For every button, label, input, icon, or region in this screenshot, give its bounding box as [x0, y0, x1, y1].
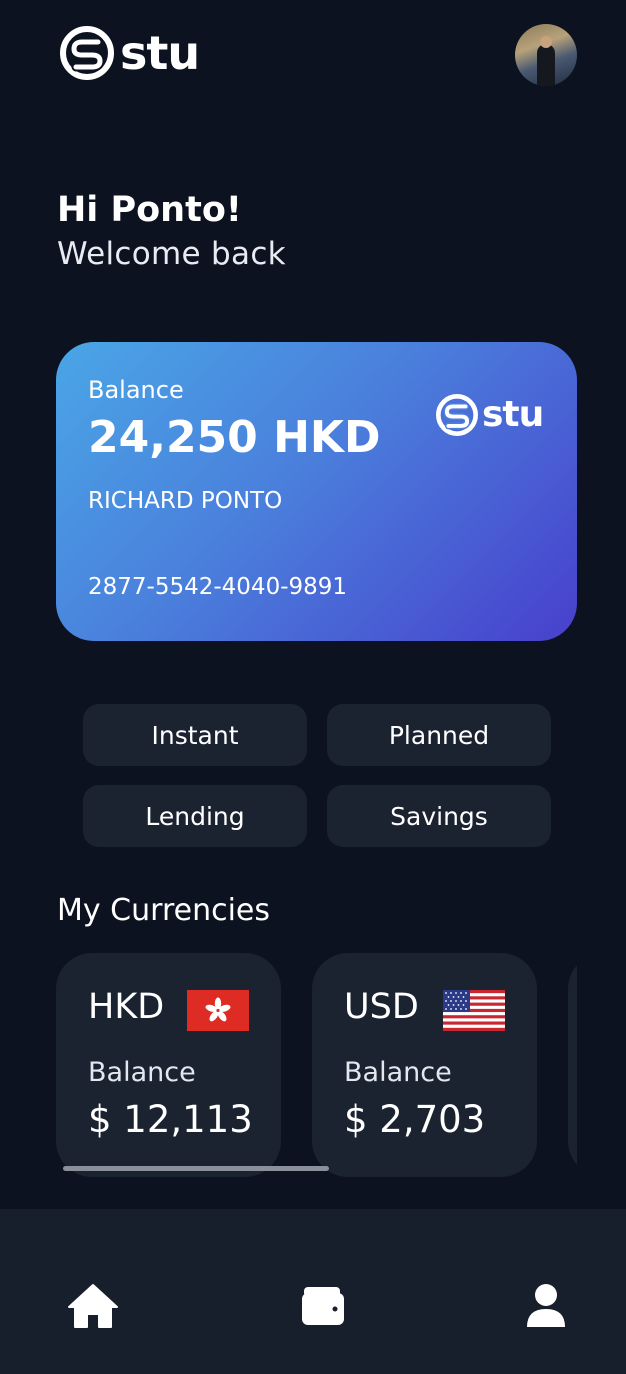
- currency-balance-value: $ 2,703: [344, 1098, 486, 1141]
- currency-card-partial[interactable]: [568, 953, 577, 1177]
- currency-code: HKD: [88, 987, 165, 1027]
- currency-balance-label: Balance: [88, 1057, 196, 1088]
- logo-text: stu: [120, 26, 200, 80]
- card-balance-label: Balance: [88, 376, 184, 404]
- nav-profile[interactable]: [519, 1281, 573, 1331]
- nav-wallet[interactable]: [296, 1281, 350, 1331]
- greeting-subtitle: Welcome back: [57, 236, 286, 272]
- card-logo: stu: [436, 394, 544, 436]
- card-logo-text: stu: [482, 394, 544, 435]
- app-logo[interactable]: stu: [60, 26, 200, 80]
- card-logo-icon: [436, 394, 478, 436]
- card-holder-name: RICHARD PONTO: [88, 488, 283, 514]
- currency-balance-label: Balance: [344, 1057, 452, 1088]
- currencies-title: My Currencies: [57, 893, 271, 928]
- balance-card[interactable]: Balance 24,250 HKD RICHARD PONTO 2877-55…: [56, 342, 577, 641]
- card-balance-amount: 24,250 HKD: [88, 412, 381, 463]
- user-icon: [527, 1284, 565, 1327]
- logo-icon: [60, 26, 114, 80]
- currency-code: USD: [344, 987, 419, 1027]
- currency-card-hkd[interactable]: HKD Balance $ 12,113: [56, 953, 281, 1177]
- instant-button[interactable]: Instant: [83, 704, 307, 766]
- us-flag-icon: [443, 990, 505, 1031]
- currency-balance-value: $ 12,113: [88, 1098, 253, 1141]
- lending-button[interactable]: Lending: [83, 785, 307, 847]
- quick-actions: Instant Planned Lending Savings: [83, 704, 551, 847]
- currencies-scrollbar[interactable]: [63, 1166, 329, 1171]
- greeting-title: Hi Ponto!: [57, 190, 242, 230]
- avatar-person-shape: [537, 44, 555, 86]
- hong-kong-flag-icon: [187, 990, 249, 1031]
- wallet-icon: [302, 1287, 344, 1325]
- app-header: stu: [0, 0, 626, 110]
- savings-button[interactable]: Savings: [327, 785, 551, 847]
- avatar[interactable]: [515, 24, 577, 86]
- bottom-nav: [0, 1209, 626, 1374]
- planned-button[interactable]: Planned: [327, 704, 551, 766]
- greeting: Hi Ponto! Welcome back: [57, 188, 286, 276]
- nav-home[interactable]: [66, 1281, 120, 1331]
- card-number: 2877-5542-4040-9891: [88, 574, 348, 600]
- currencies-carousel[interactable]: HKD Balance $ 12,113 USD Balance $ 2,703: [56, 953, 577, 1178]
- home-icon: [68, 1284, 118, 1328]
- avatar-head-shape: [540, 36, 552, 48]
- currency-card-usd[interactable]: USD Balance $ 2,703: [312, 953, 537, 1177]
